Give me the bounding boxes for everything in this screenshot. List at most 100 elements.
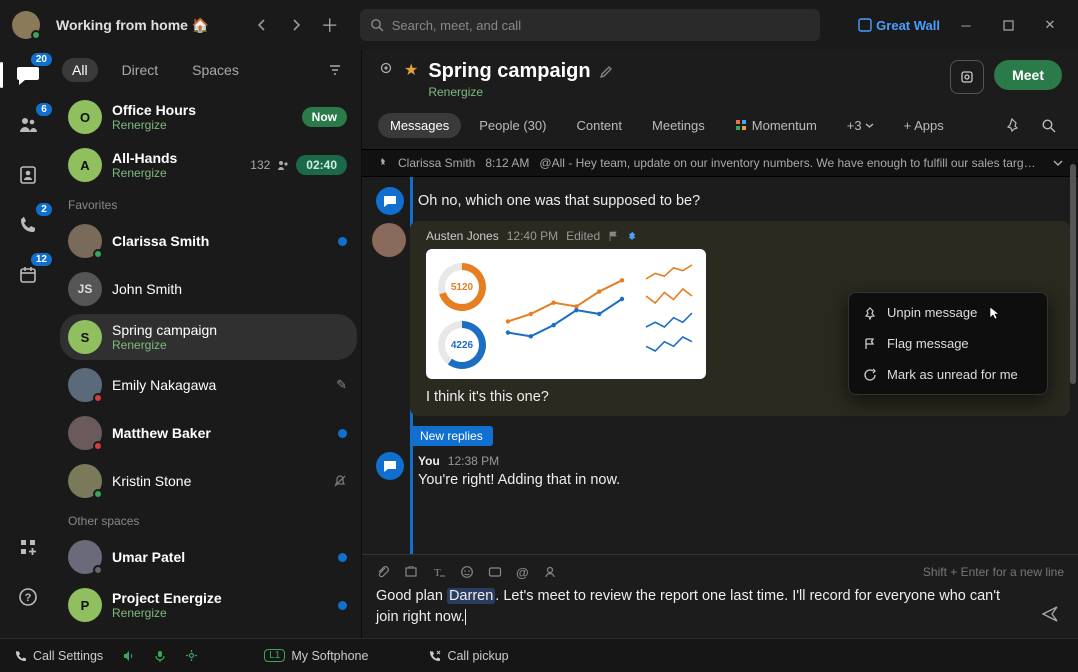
gif-icon[interactable] <box>488 565 502 579</box>
softphone-button[interactable]: L1 My Softphone <box>264 649 368 663</box>
contact-clarissa[interactable]: Clarissa Smith <box>60 218 357 264</box>
message[interactable]: Oh no, which one was that supposed to be… <box>362 185 1078 217</box>
contact-matthew[interactable]: Matthew Baker <box>60 410 357 456</box>
message-author: You <box>418 454 440 468</box>
window-minimize-button[interactable]: ─ <box>950 11 982 39</box>
tab-momentum[interactable]: Momentum <box>723 113 829 138</box>
chart-attachment[interactable]: 51204226 <box>426 249 706 379</box>
window-close-button[interactable]: ✕ <box>1034 11 1066 39</box>
chevron-down-icon[interactable] <box>1052 157 1064 169</box>
tab-add-apps[interactable]: + Apps <box>892 113 956 138</box>
meet-button[interactable]: Meet <box>994 60 1062 90</box>
section-favorites: Favorites <box>56 190 361 216</box>
contact-john[interactable]: JS John Smith <box>60 266 357 312</box>
unread-dot <box>338 429 347 438</box>
rail-calling-badge: 2 <box>36 203 52 216</box>
edited-label: Edited <box>566 229 600 243</box>
contact-emily[interactable]: Emily Nakagawa ✎ <box>60 362 357 408</box>
flag-indicator-icon <box>608 231 619 242</box>
rail-apps[interactable] <box>11 530 45 564</box>
scrollbar-track[interactable] <box>1070 124 1076 548</box>
send-button[interactable] <box>1036 600 1064 628</box>
team-icon <box>17 114 39 136</box>
menu-unpin[interactable]: Unpin message <box>849 297 1047 328</box>
new-button[interactable]: ＋ <box>316 11 344 39</box>
space-org: Renergize <box>112 118 292 132</box>
rail-messaging[interactable]: 20 <box>11 58 45 92</box>
rail-teams[interactable]: 6 <box>11 108 45 142</box>
self-avatar[interactable] <box>12 11 40 39</box>
space-all-hands[interactable]: A All-Hands Renergize 132 02:40 <box>60 142 357 188</box>
menu-flag[interactable]: Flag message <box>849 328 1047 359</box>
tab-more[interactable]: +3 <box>835 113 886 138</box>
call-pickup-button[interactable]: Call pickup <box>428 649 508 663</box>
unpin-icon <box>863 306 877 320</box>
nav-forward-button[interactable] <box>282 11 310 39</box>
rail-help[interactable]: ? <box>11 580 45 614</box>
pin-indicator-icon <box>627 231 638 242</box>
pinned-author: Clarissa Smith <box>398 156 475 170</box>
softphone-key: L1 <box>264 649 285 662</box>
contact-name: Matthew Baker <box>112 425 328 441</box>
nav-back-button[interactable] <box>248 11 276 39</box>
space-name: Office Hours <box>112 102 292 118</box>
attach-icon[interactable] <box>376 565 390 579</box>
presence-status[interactable]: Working from home 🏠 <box>56 17 209 34</box>
search-in-space-button[interactable] <box>1034 111 1062 139</box>
window-maximize-button[interactable] <box>992 11 1024 39</box>
call-settings-button[interactable]: Call Settings <box>14 649 103 663</box>
message-time: 12:40 PM <box>507 229 558 243</box>
rail-meetings[interactable]: 12 <box>11 258 45 292</box>
filter-direct[interactable]: Direct <box>112 58 169 82</box>
menu-unread[interactable]: Mark as unread for me <box>849 359 1047 390</box>
favorite-star-icon[interactable]: ★ <box>404 60 418 80</box>
pinned-message-bar[interactable]: Clarissa Smith 8:12 AM @All - Hey team, … <box>362 149 1078 177</box>
tab-content[interactable]: Content <box>564 113 634 138</box>
headset-icon[interactable] <box>185 649 198 662</box>
rail-meetings-badge: 12 <box>31 253 52 266</box>
mention-icon[interactable]: @ <box>516 565 529 580</box>
audio-device-icon[interactable] <box>121 649 135 663</box>
tab-meetings[interactable]: Meetings <box>640 113 717 138</box>
participant-count: 132 <box>250 158 270 172</box>
mic-device-icon[interactable] <box>153 649 167 663</box>
pinned-messages-button[interactable] <box>1000 111 1028 139</box>
edit-title-icon[interactable] <box>599 65 613 79</box>
message-time: 12:38 PM <box>448 454 499 468</box>
space-spring-campaign[interactable]: S Spring campaign Renergize <box>60 314 357 360</box>
contact-kristin[interactable]: Kristin Stone <box>60 458 357 504</box>
filter-all[interactable]: All <box>62 58 98 82</box>
space-office-hours[interactable]: O Office Hours Renergize Now <box>60 94 357 140</box>
filter-icon[interactable] <box>321 56 349 84</box>
compose-input[interactable]: Good plan Darren. Let's meet to review t… <box>376 586 1026 628</box>
scrollbar-thumb[interactable] <box>1070 164 1076 384</box>
space-org: Renergize <box>428 85 612 99</box>
filter-spaces[interactable]: Spaces <box>182 58 249 82</box>
format-icon[interactable]: T <box>432 565 446 579</box>
pinned-text: @All - Hey team, update on our inventory… <box>539 156 1042 170</box>
svg-text:?: ? <box>25 592 32 604</box>
space-list-panel: All Direct Spaces O Office Hours Renergi… <box>56 50 362 638</box>
tab-messages[interactable]: Messages <box>378 113 461 138</box>
bitmoji-icon[interactable] <box>543 565 557 579</box>
screen-capture-icon[interactable] <box>404 565 418 579</box>
contact-umar[interactable]: Umar Patel <box>60 534 357 580</box>
org-brand[interactable]: Great Wall <box>858 18 940 33</box>
phone-icon <box>18 215 38 235</box>
rail-contacts[interactable] <box>11 158 45 192</box>
space-settings-icon[interactable] <box>378 60 394 76</box>
space-project-energize[interactable]: P Project Energize Renergize <box>60 582 357 628</box>
rail-calling[interactable]: 2 <box>11 208 45 242</box>
tab-people[interactable]: People (30) <box>467 113 558 138</box>
message[interactable]: You 12:38 PM You're right! Adding that i… <box>362 450 1078 496</box>
space-avatar: P <box>68 588 102 622</box>
unread-dot <box>338 601 347 610</box>
author-avatar <box>372 223 406 257</box>
global-search-input[interactable]: Search, meet, and call <box>360 9 820 41</box>
unread-dot <box>338 237 347 246</box>
window-popout-button[interactable] <box>950 60 984 94</box>
mention-chip[interactable]: Darren <box>447 588 495 604</box>
emoji-icon[interactable] <box>460 565 474 579</box>
cursor-icon <box>989 306 1000 320</box>
space-avatar: S <box>68 320 102 354</box>
